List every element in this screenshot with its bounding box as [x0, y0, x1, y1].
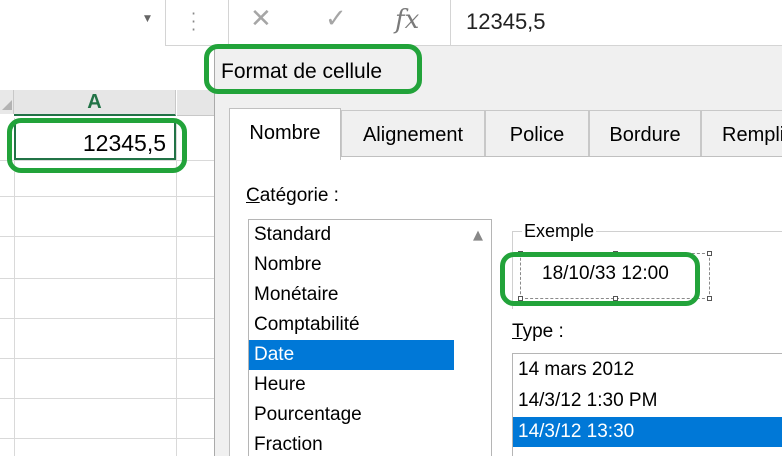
selection-handle — [518, 251, 523, 256]
exemple-value: 18/10/33 12:00 — [542, 263, 669, 284]
selection-handle — [613, 296, 618, 301]
category-item-fraction[interactable]: Fraction — [249, 430, 454, 456]
category-item-monetaire[interactable]: Monétaire — [249, 280, 454, 310]
grid-line — [0, 318, 215, 319]
grid-line — [0, 358, 215, 359]
column-header-a[interactable]: A — [14, 90, 176, 116]
tab-alignement[interactable]: Alignement — [341, 110, 485, 158]
scroll-up-icon[interactable]: ▲ — [473, 228, 483, 243]
selection-handle — [518, 296, 523, 301]
column-header-b[interactable] — [177, 90, 215, 116]
cancel-icon[interactable]: ✕ — [250, 4, 272, 34]
tab-bordure[interactable]: Bordure — [589, 110, 701, 158]
grid-line — [14, 118, 15, 456]
selection-handle — [707, 251, 712, 256]
tab-nombre[interactable]: Nombre — [229, 108, 341, 160]
category-label: Catégorie : — [246, 185, 339, 207]
chevron-down-icon[interactable]: ▼ — [144, 14, 151, 24]
tab-police[interactable]: Police — [485, 110, 589, 158]
cell-a1[interactable]: 12345,5 — [14, 120, 176, 160]
grid-line — [0, 160, 215, 161]
category-item-nombre[interactable]: Nombre — [249, 250, 454, 280]
grid-line — [0, 438, 215, 439]
tab-remplissage[interactable]: Rempli — [701, 110, 782, 158]
divider — [450, 0, 451, 46]
type-item-date-time-12h[interactable]: 14/3/12 1:30 PM — [513, 386, 782, 416]
formula-input[interactable]: 12345,5 — [466, 9, 546, 35]
type-item-date-time-24h[interactable]: 14/3/12 13:30 — [513, 417, 782, 447]
category-item-pourcentage[interactable]: Pourcentage — [249, 400, 454, 430]
select-all-icon — [2, 100, 12, 110]
category-item-standard[interactable]: Standard — [249, 220, 454, 250]
cell-a1-value: 12345,5 — [82, 130, 166, 156]
dialog-title: Format de cellule — [221, 60, 383, 83]
divider — [228, 0, 229, 46]
type-label-text: ype : — [522, 321, 564, 342]
enter-icon[interactable]: ✓ — [325, 4, 347, 34]
tab-panel-nombre: Catégorie : Standard Nombre Monétaire Co… — [229, 156, 782, 456]
exemple-label: Exemple — [522, 221, 597, 242]
type-label: Type : — [512, 321, 564, 343]
category-scrollbar[interactable]: ▲ — [457, 220, 491, 456]
dialog-tabs: Nombre Alignement Police Bordure Rempli — [229, 108, 782, 160]
select-all-corner[interactable] — [0, 90, 14, 114]
type-list[interactable]: 14 mars 2012 14/3/12 1:30 PM 14/3/12 13:… — [512, 353, 782, 456]
grid-line — [0, 278, 215, 279]
spreadsheet-grid: A 12345,5 — [0, 46, 215, 456]
category-label-accesskey: C — [246, 185, 260, 206]
category-label-text: atégorie : — [259, 185, 339, 206]
type-label-accesskey: T — [512, 321, 523, 342]
type-item-long-date[interactable]: 14 mars 2012 — [513, 355, 782, 385]
insert-function-icon[interactable]: fx — [395, 5, 419, 35]
grid-line — [0, 196, 215, 197]
grid-line — [0, 398, 215, 399]
grid-line — [176, 118, 177, 456]
name-box[interactable]: ▼ — [0, 0, 166, 46]
category-item-date[interactable]: Date — [249, 340, 454, 370]
category-item-heure[interactable]: Heure — [249, 370, 454, 400]
category-item-comptabilite[interactable]: Comptabilité — [249, 310, 454, 340]
more-options-icon[interactable]: · · · — [191, 6, 196, 38]
selection-handle — [707, 296, 712, 301]
format-cells-dialog: Format de cellule Nombre Alignement Poli… — [214, 46, 782, 456]
grid-line — [0, 236, 215, 237]
selection-handle — [613, 251, 618, 256]
category-list[interactable]: Standard Nombre Monétaire Comptabilité D… — [248, 219, 492, 456]
formula-bar: ▼ · · · ✕ ✓ fx 12345,5 — [0, 0, 782, 46]
